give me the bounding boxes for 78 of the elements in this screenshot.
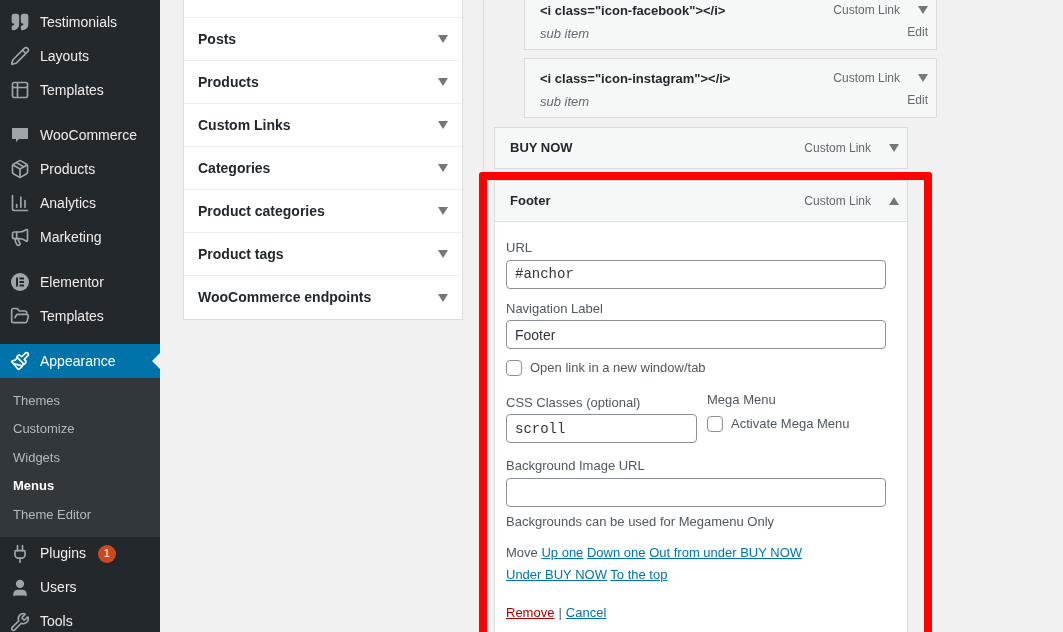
caret-icon[interactable] xyxy=(889,197,899,205)
quote-icon xyxy=(10,12,30,32)
sidebar-item[interactable]: Testimonials xyxy=(0,5,160,39)
submenu-item[interactable]: Menus xyxy=(0,471,160,500)
sidebar-item[interactable]: Users xyxy=(0,570,160,605)
item-type-label: Custom Link xyxy=(804,193,871,210)
caret-icon[interactable] xyxy=(438,293,448,302)
link-separator-text: | xyxy=(558,604,562,622)
current-pointer-icon xyxy=(152,353,160,369)
submenu-item[interactable]: Theme Editor xyxy=(0,500,160,529)
sidebar-item[interactable]: Tools xyxy=(0,604,160,632)
item-type-note: sub item xyxy=(540,24,591,43)
field-label: Navigation Label xyxy=(506,299,604,318)
menu-item-title: <i class="icon-facebook"></i> xyxy=(540,2,726,20)
sidebar-item[interactable]: Analytics xyxy=(0,186,160,220)
sidebar-item[interactable]: Layouts xyxy=(0,39,160,73)
item-type-label: Custom Link xyxy=(833,70,900,87)
move-link[interactable]: Down one xyxy=(586,545,646,560)
move-label: Move xyxy=(506,545,538,560)
circle-lines-icon xyxy=(10,272,30,292)
remove-link[interactable]: Remove xyxy=(506,603,555,623)
sidebar-item[interactable]: Appearance xyxy=(0,344,160,378)
submenu-item[interactable]: Customize xyxy=(0,414,160,443)
wrench-icon xyxy=(10,611,30,632)
sidebar-item[interactable]: Products xyxy=(0,152,160,186)
sidebar-item[interactable]: Elementor xyxy=(0,265,160,299)
field-note: Backgrounds can be used for Megamenu Only xyxy=(506,512,776,531)
sidebar-item[interactable]: WooCommerce xyxy=(0,118,160,152)
checkbox-label: Open link in a new window/tab xyxy=(530,359,706,377)
submenu-item[interactable]: Themes xyxy=(0,386,160,415)
move-link[interactable]: Out from under BUY NOW xyxy=(649,545,803,560)
checkbox[interactable] xyxy=(506,359,522,376)
move-link[interactable]: To the top xyxy=(610,567,668,582)
cancel-link[interactable]: Cancel xyxy=(565,603,607,623)
move-link[interactable]: Up one xyxy=(541,545,584,560)
user-icon xyxy=(10,577,30,598)
caret-icon[interactable] xyxy=(438,121,448,129)
field-label: Background Image URL xyxy=(506,457,646,475)
sidebar-item[interactable]: Plugins 1 xyxy=(0,536,160,571)
sidebar-item[interactable]: Templates xyxy=(0,299,160,333)
bar-chart-icon xyxy=(10,193,30,213)
table-icon xyxy=(10,80,30,100)
item-type-note: sub item xyxy=(540,92,591,111)
caret-icon[interactable] xyxy=(438,78,448,86)
checkbox-label: Activate Mega Menu xyxy=(731,415,850,433)
pencil-icon xyxy=(10,46,30,66)
item-type-label: Custom Link xyxy=(804,140,871,157)
caret-icon[interactable] xyxy=(438,35,448,43)
text-field[interactable] xyxy=(506,477,886,507)
text-field[interactable]: Footer xyxy=(506,320,886,349)
menu-item-title: Footer xyxy=(510,192,551,211)
caret-icon[interactable] xyxy=(438,207,448,215)
checkbox[interactable] xyxy=(707,415,723,432)
paintbrush-icon xyxy=(10,351,30,371)
speech-bubble-icon xyxy=(10,125,30,145)
item-type-label: Custom Link xyxy=(833,2,900,19)
move-link[interactable]: Under BUY NOW xyxy=(506,567,607,582)
field-label: URL xyxy=(506,239,533,257)
caret-icon[interactable] xyxy=(438,164,448,172)
edit-link[interactable]: Edit xyxy=(907,91,928,109)
megaphone-icon xyxy=(10,227,30,247)
field-label: Mega Menu xyxy=(707,390,777,409)
text-field[interactable]: #anchor xyxy=(506,259,886,289)
submenu-item[interactable]: Widgets xyxy=(0,443,160,472)
caret-icon[interactable] xyxy=(918,6,928,14)
caret-icon[interactable] xyxy=(918,74,928,82)
sidebar-item[interactable]: Marketing xyxy=(0,220,160,254)
field-label: CSS Classes (optional) xyxy=(506,393,642,412)
edit-link[interactable]: Edit xyxy=(907,23,928,41)
folder-icon xyxy=(10,306,30,326)
box-icon xyxy=(10,159,30,179)
caret-icon[interactable] xyxy=(889,144,899,152)
menu-item-title: <i class="icon-instagram"></i> xyxy=(540,70,731,88)
text-field[interactable]: scroll xyxy=(506,414,697,443)
count-badge: 1 xyxy=(97,544,116,563)
sidebar-item[interactable]: Templates xyxy=(0,73,160,107)
menu-item-title: BUY NOW xyxy=(510,139,573,158)
caret-icon[interactable] xyxy=(438,250,448,258)
